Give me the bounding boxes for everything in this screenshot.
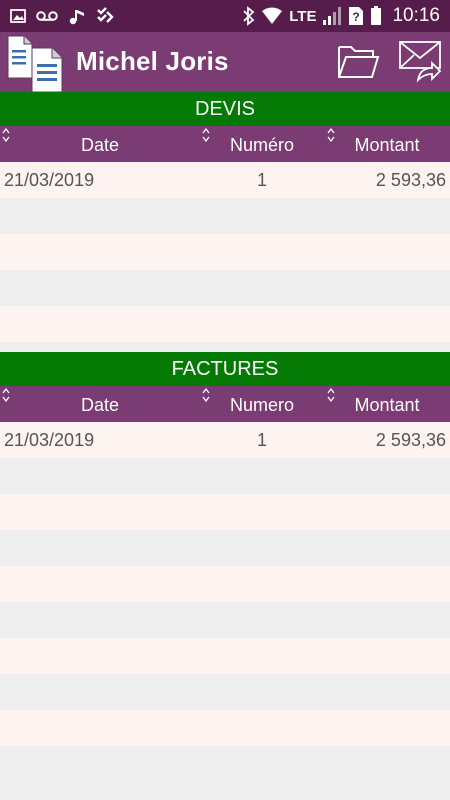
bluetooth-icon xyxy=(243,6,255,26)
sort-icon xyxy=(202,386,210,403)
empty-row xyxy=(0,270,450,306)
system-icons: LTE ? 10:16 xyxy=(243,4,440,28)
client-name: Michel Joris xyxy=(76,46,229,76)
empty-row xyxy=(0,530,450,566)
factures-number-label: Numero xyxy=(229,395,295,415)
empty-row xyxy=(0,638,450,674)
empty-row xyxy=(0,458,450,494)
empty-row xyxy=(0,710,450,746)
row-date: 21/03/2019 xyxy=(4,429,95,450)
devis-amount-label: Montant xyxy=(354,135,420,155)
notification-icons xyxy=(10,6,114,26)
factures-number-column[interactable]: Numero xyxy=(200,386,324,422)
empty-row xyxy=(0,234,450,270)
row-amount: 2 593,36 xyxy=(375,429,446,450)
sort-icon xyxy=(327,386,335,403)
devis-list: 21/03/2019 1 2 593,36 xyxy=(0,162,450,342)
sort-icon xyxy=(327,126,335,143)
empty-row xyxy=(0,306,450,342)
factures-column-header: Date Numero Montant xyxy=(0,386,450,422)
factures-list: 21/03/2019 1 2 593,36 xyxy=(0,422,450,782)
table-row[interactable]: 21/03/2019 1 2 593,36 xyxy=(0,422,450,458)
sort-icon xyxy=(2,126,10,143)
status-bar: LTE ? 10:16 xyxy=(0,0,450,32)
network-type: LTE xyxy=(289,7,317,25)
music-note-icon xyxy=(68,6,86,26)
devis-date-column[interactable]: Date xyxy=(0,126,200,162)
devis-number-column[interactable]: Numéro xyxy=(200,126,324,162)
row-number: 1 xyxy=(256,169,267,190)
empty-row xyxy=(0,198,450,234)
empty-row xyxy=(0,566,450,602)
unknown-sim-icon: ? xyxy=(348,6,364,26)
svg-text:?: ? xyxy=(353,10,360,24)
row-date: 21/03/2019 xyxy=(4,169,95,190)
row-number: 1 xyxy=(256,429,267,450)
devis-column-header: Date Numéro Montant xyxy=(0,126,450,162)
screen: LTE ? 10:16 Michel Joris DEVIS Date Numé… xyxy=(0,0,450,800)
mail-forward-icon[interactable] xyxy=(398,38,442,84)
empty-row xyxy=(0,674,450,710)
devis-date-label: Date xyxy=(80,135,120,155)
voicemail-icon xyxy=(36,6,58,26)
checklist-icon xyxy=(96,6,114,26)
empty-row xyxy=(0,746,450,782)
factures-date-column[interactable]: Date xyxy=(0,386,200,422)
factures-amount-column[interactable]: Montant xyxy=(324,386,450,422)
empty-row xyxy=(0,494,450,530)
row-amount: 2 593,36 xyxy=(375,169,446,190)
devis-section-title: DEVIS xyxy=(0,92,450,126)
image-icon xyxy=(10,6,26,26)
table-row[interactable]: 21/03/2019 1 2 593,36 xyxy=(0,162,450,198)
devis-number-label: Numéro xyxy=(229,135,295,155)
sort-icon xyxy=(2,386,10,403)
factures-section-title: FACTURES xyxy=(0,352,450,386)
empty-row xyxy=(0,602,450,638)
clock: 10:16 xyxy=(392,5,440,26)
factures-amount-label: Montant xyxy=(354,395,420,415)
signal-icon xyxy=(322,6,342,26)
wifi-icon xyxy=(261,6,283,26)
folder-icon[interactable] xyxy=(336,41,380,81)
app-bar: Michel Joris xyxy=(0,32,450,93)
sort-icon xyxy=(202,126,210,143)
devis-amount-column[interactable]: Montant xyxy=(324,126,450,162)
documents-icon xyxy=(6,34,68,93)
battery-icon xyxy=(370,6,382,26)
factures-date-label: Date xyxy=(80,395,120,415)
